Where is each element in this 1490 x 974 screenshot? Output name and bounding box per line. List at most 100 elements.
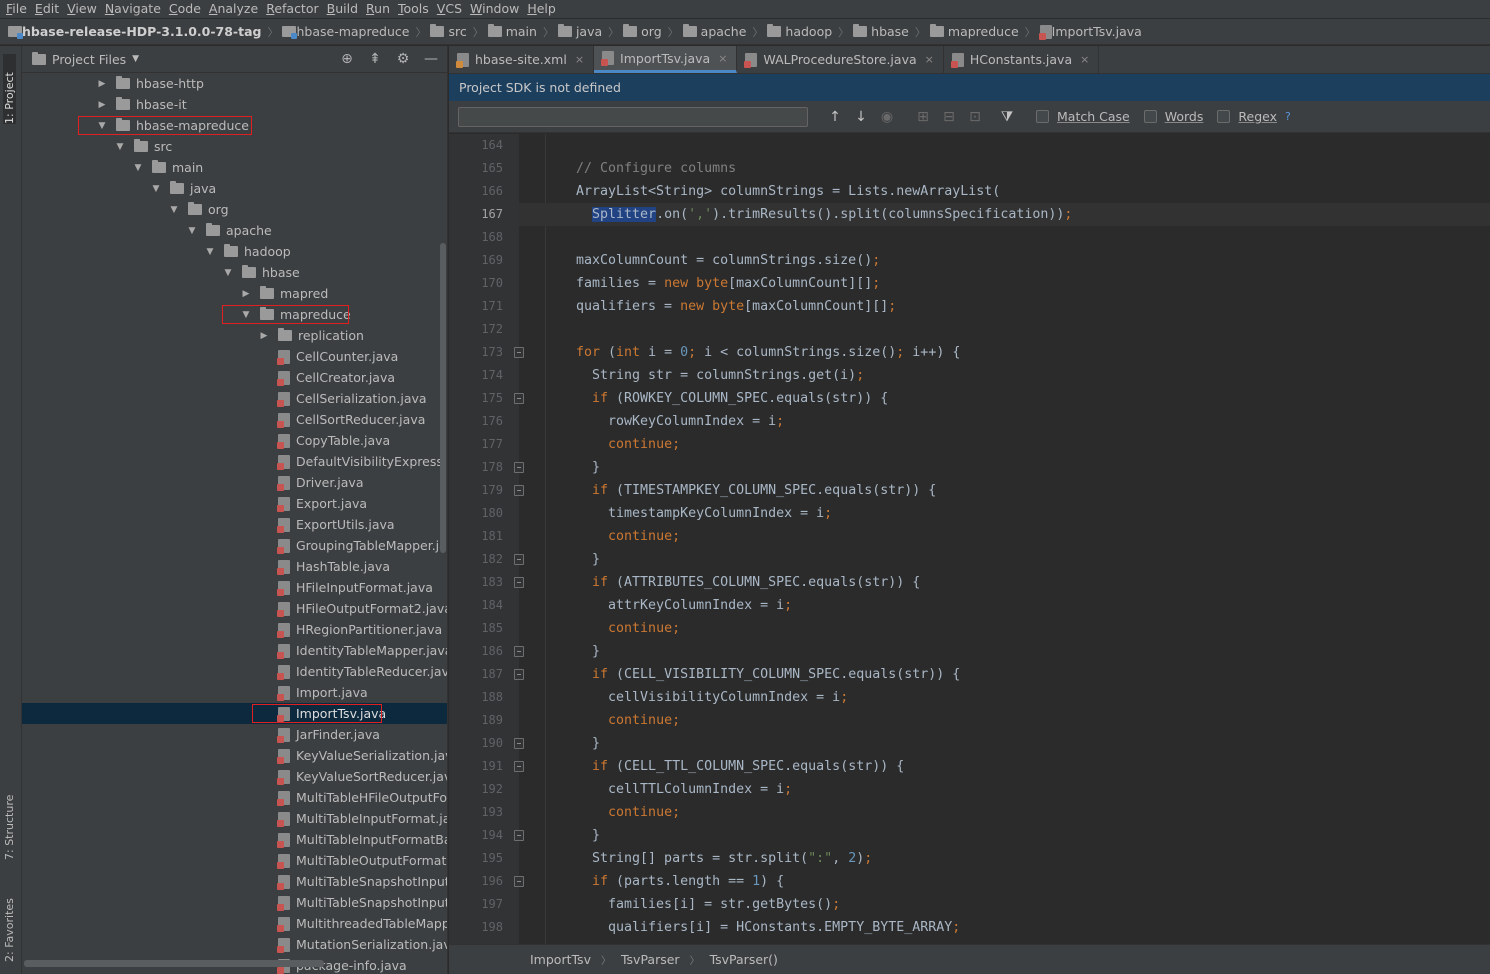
tree-folder-item[interactable]: ▼ hbase <box>22 262 447 283</box>
tree-folder-item[interactable]: ▼ org <box>22 199 447 220</box>
tree-horizontal-scrollbar[interactable] <box>24 960 324 967</box>
tree-file-item[interactable]: HFileOutputFormat2.java <box>22 598 447 619</box>
project-view-selector[interactable]: Project Files <box>52 52 126 67</box>
menu-navigate[interactable]: Navigate <box>103 1 167 17</box>
tree-file-item[interactable]: HFileInputFormat.java <box>22 577 447 598</box>
nav-crumb[interactable]: hbase-mapreduce 〉 <box>282 24 426 40</box>
menu-edit[interactable]: Edit <box>33 1 65 17</box>
code-line[interactable]: continue; <box>576 617 680 640</box>
expand-arrow-icon[interactable]: ▼ <box>132 163 144 173</box>
nav-crumb[interactable]: main 〉 <box>487 24 554 40</box>
expand-arrow-icon[interactable]: ▼ <box>114 142 126 152</box>
menu-tools[interactable]: Tools <box>396 1 435 17</box>
tree-file-item[interactable]: ImportTsv.java <box>22 703 447 724</box>
code-line[interactable]: if (CELL_VISIBILITY_COLUMN_SPEC.equals(s… <box>576 663 960 686</box>
tree-file-item[interactable]: CopyTable.java <box>22 430 447 451</box>
expand-arrow-icon[interactable]: ▼ <box>240 310 252 320</box>
code-line[interactable]: continue; <box>576 433 680 456</box>
code-line[interactable]: qualifiers = new byte[maxColumnCount][]; <box>576 295 896 318</box>
code-line[interactable]: ArrayList<String> columnStrings = Lists.… <box>576 180 1000 203</box>
tree-file-item[interactable]: HashTable.java <box>22 556 447 577</box>
project-tool-tab[interactable]: 1: Project <box>3 54 16 124</box>
code-breadcrumb-item[interactable]: ImportTsv <box>530 952 591 967</box>
expand-arrow-icon[interactable]: ▼ <box>96 121 108 131</box>
nav-crumb[interactable]: src 〉 <box>430 24 484 40</box>
tree-file-item[interactable]: IdentityTableReducer.java <box>22 661 447 682</box>
close-icon[interactable]: × <box>1080 53 1089 66</box>
expand-arrow-icon[interactable]: ▼ <box>204 247 216 257</box>
tree-folder-item[interactable]: ▶ replication <box>22 325 447 346</box>
tree-file-item[interactable]: DefaultVisibilityExpressionl <box>22 451 447 472</box>
tree-folder-item[interactable]: ▼ mapreduce <box>22 304 447 325</box>
find-all-icon[interactable]: ◉ <box>880 109 894 125</box>
code-line[interactable]: if (parts.length == 1) { <box>576 870 784 893</box>
expand-arrow-icon[interactable]: ▼ <box>150 184 162 194</box>
nav-crumb[interactable]: org 〉 <box>623 24 679 40</box>
code-line[interactable]: } <box>576 456 600 479</box>
locate-icon[interactable]: ⊕ <box>339 52 355 66</box>
close-icon[interactable]: × <box>718 52 727 65</box>
tree-file-item[interactable]: KeyValueSortReducer.java <box>22 766 447 787</box>
menu-window[interactable]: Window <box>468 1 525 17</box>
editor-tab[interactable]: ImportTsv.java × <box>594 46 738 73</box>
menu-run[interactable]: Run <box>364 1 396 17</box>
code-line[interactable]: String str = columnStrings.get(i); <box>576 364 864 387</box>
tree-file-item[interactable]: MultiTableInputFormatBas <box>22 829 447 850</box>
code-line[interactable]: continue; <box>576 709 680 732</box>
tree-folder-item[interactable]: ▼ main <box>22 157 447 178</box>
favorites-tool-tab[interactable]: 2: Favorites <box>3 880 16 962</box>
tree-file-item[interactable]: Import.java <box>22 682 447 703</box>
tree-file-item[interactable]: MultiTableHFileOutputForr <box>22 787 447 808</box>
nav-crumb[interactable]: hbase-release-HDP-3.1.0.0-78-tag 〉 <box>8 24 278 40</box>
code-line[interactable]: maxColumnCount = columnStrings.size(); <box>576 249 880 272</box>
fold-marker-icon[interactable] <box>514 462 524 473</box>
tree-file-item[interactable]: CellCreator.java <box>22 367 447 388</box>
code-line[interactable]: if (CELL_TTL_COLUMN_SPEC.equals(str)) { <box>576 755 904 778</box>
regex-checkbox[interactable]: Regex <box>1217 109 1277 124</box>
close-icon[interactable]: × <box>575 53 584 66</box>
expand-arrow-icon[interactable]: ▼ <box>168 205 180 215</box>
gear-icon[interactable]: ⚙ <box>395 52 411 66</box>
code-line[interactable]: continue; <box>576 525 680 548</box>
menu-help[interactable]: Help <box>525 1 562 17</box>
tree-file-item[interactable]: MultiTableInputFormat.jav <box>22 808 447 829</box>
fold-marker-icon[interactable] <box>514 669 524 680</box>
words-box[interactable] <box>1143 110 1157 123</box>
code-line[interactable]: Splitter.on(',').trimResults().split(col… <box>519 203 1490 226</box>
menu-view[interactable]: View <box>65 1 103 17</box>
code-line[interactable]: families = new byte[maxColumnCount][]; <box>576 272 880 295</box>
tree-folder-item[interactable]: ▶ mapred <box>22 283 447 304</box>
menu-code[interactable]: Code <box>167 1 207 17</box>
expand-arrow-icon[interactable]: ▼ <box>222 268 234 278</box>
words-checkbox[interactable]: Words <box>1143 109 1203 124</box>
code-line[interactable]: if (ATTRIBUTES_COLUMN_SPEC.equals(str)) … <box>576 571 920 594</box>
tree-file-item[interactable]: MultiTableOutputFormat.ja <box>22 850 447 871</box>
code-line[interactable]: qualifiers[i] = HConstants.EMPTY_BYTE_AR… <box>576 916 960 939</box>
code-line[interactable]: if (TIMESTAMPKEY_COLUMN_SPEC.equals(str)… <box>576 479 936 502</box>
code-line[interactable]: } <box>576 732 600 755</box>
fold-marker-icon[interactable] <box>514 761 524 772</box>
menu-vcs[interactable]: VCS <box>435 1 468 17</box>
nav-crumb[interactable]: mapreduce 〉 <box>929 24 1036 40</box>
fold-marker-icon[interactable] <box>514 830 524 841</box>
tree-folder-item[interactable]: ▼ hadoop <box>22 241 447 262</box>
fold-marker-icon[interactable] <box>514 876 524 887</box>
arrow-up-icon[interactable]: ↑ <box>828 109 842 125</box>
tree-folder-item[interactable]: ▶ hbase-http <box>22 73 447 94</box>
tree-file-item[interactable]: IdentityTableMapper.java <box>22 640 447 661</box>
tree-file-item[interactable]: MultiTableSnapshotInputF <box>22 871 447 892</box>
code-line[interactable]: } <box>576 824 600 847</box>
tree-file-item[interactable]: MutationSerialization.java <box>22 934 447 955</box>
code-line[interactable]: cellTTLColumnIndex = i; <box>576 778 792 801</box>
tree-file-item[interactable]: ExportUtils.java <box>22 514 447 535</box>
editor-tab[interactable]: hbase-site.xml × <box>449 46 595 73</box>
code-line[interactable]: rowKeyColumnIndex = i; <box>576 410 784 433</box>
fold-marker-icon[interactable] <box>514 347 524 358</box>
fold-marker-icon[interactable] <box>514 485 524 496</box>
collapsed-arrow-icon[interactable]: ▶ <box>258 331 270 341</box>
editor-tab[interactable]: WALProcedureStore.java × <box>737 46 944 73</box>
close-icon[interactable]: × <box>925 53 934 66</box>
collapse-all-icon[interactable]: ⇞ <box>367 52 383 66</box>
editor-tab[interactable]: HConstants.java × <box>944 46 1100 73</box>
code-line[interactable]: } <box>576 640 600 663</box>
